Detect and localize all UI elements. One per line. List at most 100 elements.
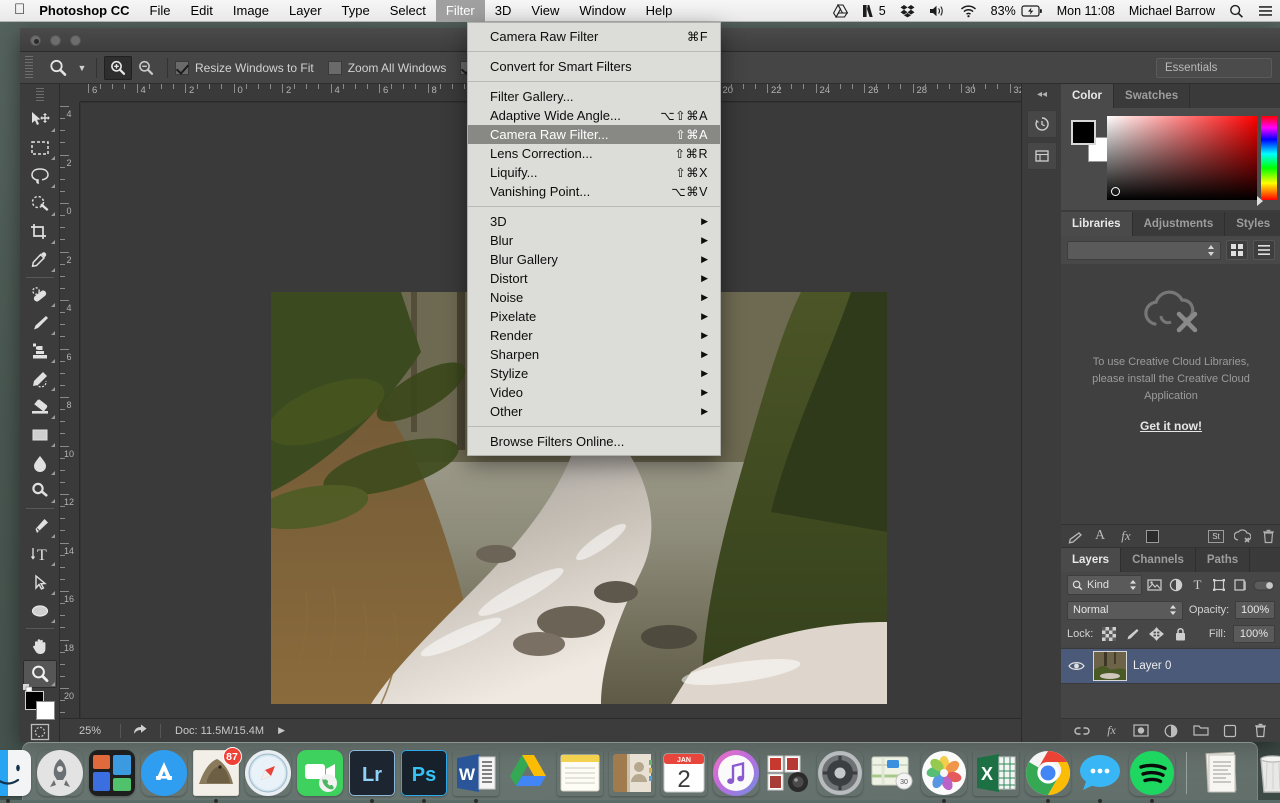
shape-filter-icon[interactable] <box>1210 575 1227 595</box>
menu-type[interactable]: Type <box>332 0 380 22</box>
dock-item-safari[interactable] <box>245 750 291 796</box>
menu-item-3d[interactable]: 3D▶ <box>468 212 720 231</box>
dock-item-contacts[interactable] <box>609 750 655 796</box>
type-tool[interactable]: T <box>23 540 57 568</box>
dock-item-chrome[interactable] <box>1025 750 1071 796</box>
dodge-tool[interactable] <box>23 477 57 505</box>
lasso-tool[interactable] <box>23 162 57 190</box>
menu-item-lens-correction[interactable]: Lens Correction...⇧⌘R <box>468 144 720 163</box>
dock-item-mission-control[interactable] <box>89 750 135 796</box>
blend-mode-select[interactable]: Normal <box>1067 601 1183 620</box>
eyedropper-tool[interactable] <box>23 246 57 274</box>
menu-item-vanishing-point[interactable]: Vanishing Point...⌥⌘V <box>468 182 720 201</box>
history-icon[interactable] <box>1061 525 1087 547</box>
dock-item-photos[interactable] <box>921 750 967 796</box>
path-selection-tool[interactable] <box>23 568 57 596</box>
dock-item-finder[interactable] <box>0 750 31 796</box>
dock-item-word[interactable]: W <box>453 750 499 796</box>
history-panel-icon[interactable] <box>1027 110 1057 138</box>
quick-mask-icon[interactable] <box>29 723 51 742</box>
gradient-tool[interactable] <box>23 421 57 449</box>
type-filter-icon[interactable]: T <box>1189 575 1206 595</box>
get-it-now-link[interactable]: Get it now! <box>1140 419 1202 433</box>
color-square-icon[interactable] <box>1139 525 1165 547</box>
menu-item-stylize[interactable]: Stylize▶ <box>468 364 720 383</box>
menu-image[interactable]: Image <box>223 0 279 22</box>
foreground-color-chip[interactable] <box>1071 120 1096 145</box>
menu-edit[interactable]: Edit <box>180 0 222 22</box>
menu-item-render[interactable]: Render▶ <box>468 326 720 345</box>
menu-window[interactable]: Window <box>569 0 635 22</box>
workspace-switcher[interactable]: Essentials <box>1156 58 1272 78</box>
link-layers-icon[interactable] <box>1073 722 1091 740</box>
crop-tool[interactable] <box>23 218 57 246</box>
menu-item-sharpen[interactable]: Sharpen▶ <box>468 345 720 364</box>
quick-selection-tool[interactable] <box>23 190 57 218</box>
new-layer-icon[interactable] <box>1221 722 1239 740</box>
zoom-all-windows-checkbox[interactable]: Zoom All Windows <box>328 61 447 75</box>
smart-object-filter-icon[interactable] <box>1232 575 1249 595</box>
dock-item-messages[interactable] <box>1077 750 1123 796</box>
layer-mask-icon[interactable] <box>1132 722 1150 740</box>
menu-item-blur-gallery[interactable]: Blur Gallery▶ <box>468 250 720 269</box>
dock-item-google-drive[interactable] <box>505 750 551 796</box>
share-icon[interactable] <box>121 723 160 739</box>
options-bar-grip[interactable] <box>23 56 35 80</box>
lock-image-icon[interactable] <box>1124 626 1141 642</box>
zoom-in-button[interactable] <box>104 56 132 80</box>
menu-help[interactable]: Help <box>636 0 683 22</box>
tab-swatches[interactable]: Swatches <box>1114 84 1190 108</box>
dock-item-documents-stack[interactable] <box>1198 750 1244 796</box>
dropbox-icon[interactable] <box>893 0 922 22</box>
history-brush-tool[interactable] <box>23 365 57 393</box>
menu-app-name[interactable]: Photoshop CC <box>37 0 139 22</box>
brush-tool[interactable] <box>23 309 57 337</box>
eraser-tool[interactable] <box>23 393 57 421</box>
zoom-tool-icon[interactable] <box>41 55 75 81</box>
background-color-swatch[interactable] <box>36 701 55 720</box>
dock-item-calendar[interactable]: JAN2 <box>661 750 707 796</box>
clone-stamp-tool[interactable] <box>23 337 57 365</box>
move-tool[interactable] <box>23 106 57 134</box>
ellipse-tool[interactable] <box>23 597 57 625</box>
menu-item-blur[interactable]: Blur▶ <box>468 231 720 250</box>
battery-status[interactable]: 83% <box>984 0 1050 22</box>
menu-item-noise[interactable]: Noise▶ <box>468 288 720 307</box>
adobe-cc-icon[interactable]: 5 <box>855 0 893 22</box>
hue-strip[interactable] <box>1261 116 1277 200</box>
dock-item-app-store[interactable] <box>141 750 187 796</box>
dock-item-photoshop[interactable]: Ps <box>401 750 447 796</box>
tab-channels[interactable]: Channels <box>1121 548 1196 572</box>
menu-item-convert-for-smart-filters[interactable]: Convert for Smart Filters <box>468 57 720 76</box>
opacity-value[interactable]: 100% <box>1235 601 1275 619</box>
lock-position-icon[interactable] <box>1148 626 1165 642</box>
menu-3d[interactable]: 3D <box>485 0 522 22</box>
tab-adjustments[interactable]: Adjustments <box>1133 212 1226 236</box>
menu-file[interactable]: File <box>140 0 181 22</box>
dock-item-photo-booth[interactable] <box>765 750 811 796</box>
dock-item-notes[interactable] <box>557 750 603 796</box>
tab-color[interactable]: Color <box>1061 84 1114 108</box>
apple-icon[interactable]:  <box>0 2 37 17</box>
hue-marker[interactable] <box>1257 196 1263 206</box>
new-group-icon[interactable] <box>1192 722 1210 740</box>
adjustment-layer-icon[interactable] <box>1162 722 1180 740</box>
dock-item-maps[interactable]: 30 <box>869 750 915 796</box>
tool-preset-chevron-icon[interactable]: ▼ <box>75 55 89 81</box>
dock-item-facetime[interactable] <box>297 750 343 796</box>
menu-item-distort[interactable]: Distort▶ <box>468 269 720 288</box>
tab-layers[interactable]: Layers <box>1061 548 1121 572</box>
zoom-out-button[interactable] <box>132 56 160 80</box>
menu-item-video[interactable]: Video▶ <box>468 383 720 402</box>
table-row[interactable]: Layer 0 <box>1061 648 1280 684</box>
menu-view[interactable]: View <box>521 0 569 22</box>
vertical-ruler[interactable]: 4202468101214161820 <box>60 102 80 742</box>
wifi-icon[interactable] <box>953 0 984 22</box>
dock-item-system-preferences[interactable] <box>817 750 863 796</box>
fill-value[interactable]: 100% <box>1233 625 1275 643</box>
pixel-filter-icon[interactable] <box>1146 575 1163 595</box>
trash-icon[interactable] <box>1255 525 1280 547</box>
dock-item-lightroom[interactable]: Lr <box>349 750 395 796</box>
menu-item-other[interactable]: Other▶ <box>468 402 720 421</box>
layer-thumbnail[interactable] <box>1093 651 1127 681</box>
